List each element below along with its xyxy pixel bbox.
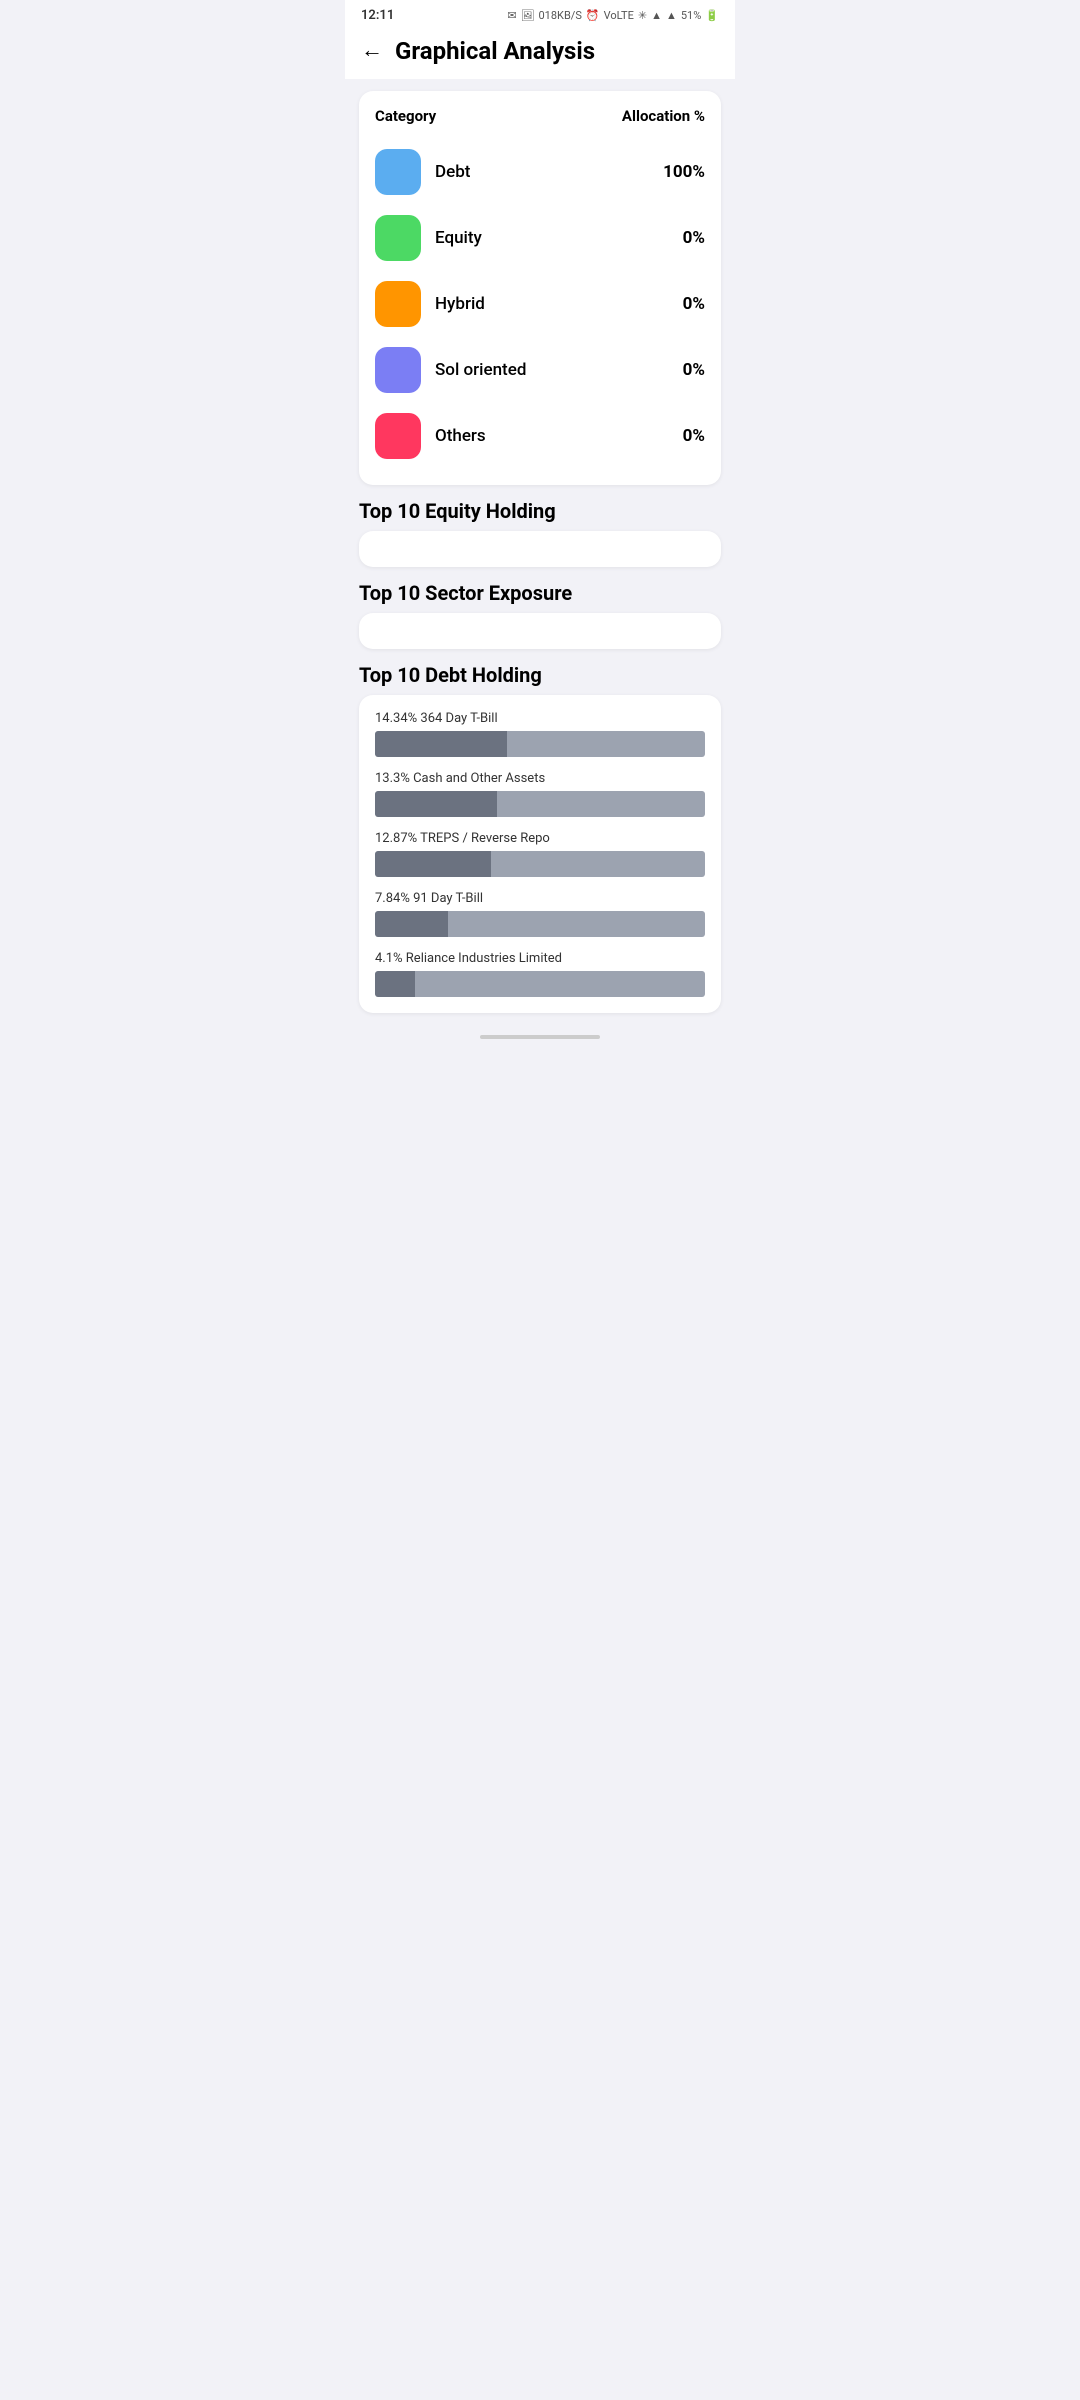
top10-equity-card [359,531,721,567]
bar-track-3 [375,911,705,937]
top10-sector-title: Top 10 Sector Exposure [359,581,721,605]
pct-debt: 100% [663,162,705,182]
bar-item-0: 14.34% 364 Day T-Bill [375,711,705,757]
row-hybrid: Hybrid 0% [375,271,705,337]
top10-sector-card [359,613,721,649]
top10-equity-title: Top 10 Equity Holding [359,499,721,523]
mail-icon: ✉ [507,9,516,22]
bar-track-4 [375,971,705,997]
allocation-card: Category Allocation % Debt 100% Equity 0… [359,91,721,485]
pct-equity: 0% [683,228,705,248]
battery-pct: 51% [681,9,701,22]
color-hybrid [375,281,421,327]
status-time: 12:11 [361,8,394,23]
label-hybrid: Hybrid [435,294,485,314]
col-category: Category [375,107,436,125]
bar-track-1 [375,791,705,817]
label-equity: Equity [435,228,482,248]
alarm-icon: ⏰ [586,9,600,22]
label-debt: Debt [435,162,470,182]
row-sol-oriented: Sol oriented 0% [375,337,705,403]
scroll-bar [480,1035,600,1039]
top10-debt-section: Top 10 Debt Holding 14.34% 364 Day T-Bil… [359,663,721,1013]
bar-fill-1 [375,791,497,817]
allocation-table-header: Category Allocation % [375,107,705,125]
bar-item-4: 4.1% Reliance Industries Limited [375,951,705,997]
bar-label-4: 4.1% Reliance Industries Limited [375,951,705,966]
pct-sol-oriented: 0% [683,360,705,380]
bar-track-2 [375,851,705,877]
bar-label-2: 12.87% TREPS / Reverse Repo [375,831,705,846]
top10-debt-card: 14.34% 364 Day T-Bill 13.3% Cash and Oth… [359,695,721,1013]
bar-label-1: 13.3% Cash and Other Assets [375,771,705,786]
bar-label-0: 14.34% 364 Day T-Bill [375,711,705,726]
color-sol-oriented [375,347,421,393]
color-others [375,413,421,459]
bar-track-0 [375,731,705,757]
row-debt: Debt 100% [375,139,705,205]
top10-equity-section: Top 10 Equity Holding [359,499,721,567]
top10-sector-section: Top 10 Sector Exposure [359,581,721,649]
bar-label-3: 7.84% 91 Day T-Bill [375,891,705,906]
main-content: Category Allocation % Debt 100% Equity 0… [345,79,735,1055]
status-icons: ✉ 🖼 018KB/S ⏰ VoLTE ✳ ▲ ▲ 51% 🔋 [507,9,719,22]
network-icon: 018KB/S [539,9,582,22]
color-equity [375,215,421,261]
bar-fill-2 [375,851,491,877]
wifi-icon: ▲ [651,9,662,22]
row-others: Others 0% [375,403,705,469]
bar-item-3: 7.84% 91 Day T-Bill [375,891,705,937]
header: ← Graphical Analysis [345,27,735,79]
col-allocation: Allocation % [622,107,705,125]
pct-hybrid: 0% [683,294,705,314]
back-button[interactable]: ← [361,40,383,62]
status-bar: 12:11 ✉ 🖼 018KB/S ⏰ VoLTE ✳ ▲ ▲ 51% 🔋 [345,0,735,27]
battery-icon: 🔋 [705,9,719,22]
bar-item-1: 13.3% Cash and Other Assets [375,771,705,817]
row-equity: Equity 0% [375,205,705,271]
page-title: Graphical Analysis [395,37,595,65]
image-icon: 🖼 [521,9,535,22]
pct-others: 0% [683,426,705,446]
bar-fill-0 [375,731,507,757]
bar-fill-4 [375,971,415,997]
bar-item-2: 12.87% TREPS / Reverse Repo [375,831,705,877]
bluetooth-icon: ✳ [638,9,647,22]
color-debt [375,149,421,195]
scroll-indicator [359,1027,721,1043]
bar-fill-3 [375,911,448,937]
label-others: Others [435,426,486,446]
signal-icon: ▲ [666,9,677,22]
top10-debt-title: Top 10 Debt Holding [359,663,721,687]
volte-icon: VoLTE [604,9,634,22]
label-sol-oriented: Sol oriented [435,360,526,380]
